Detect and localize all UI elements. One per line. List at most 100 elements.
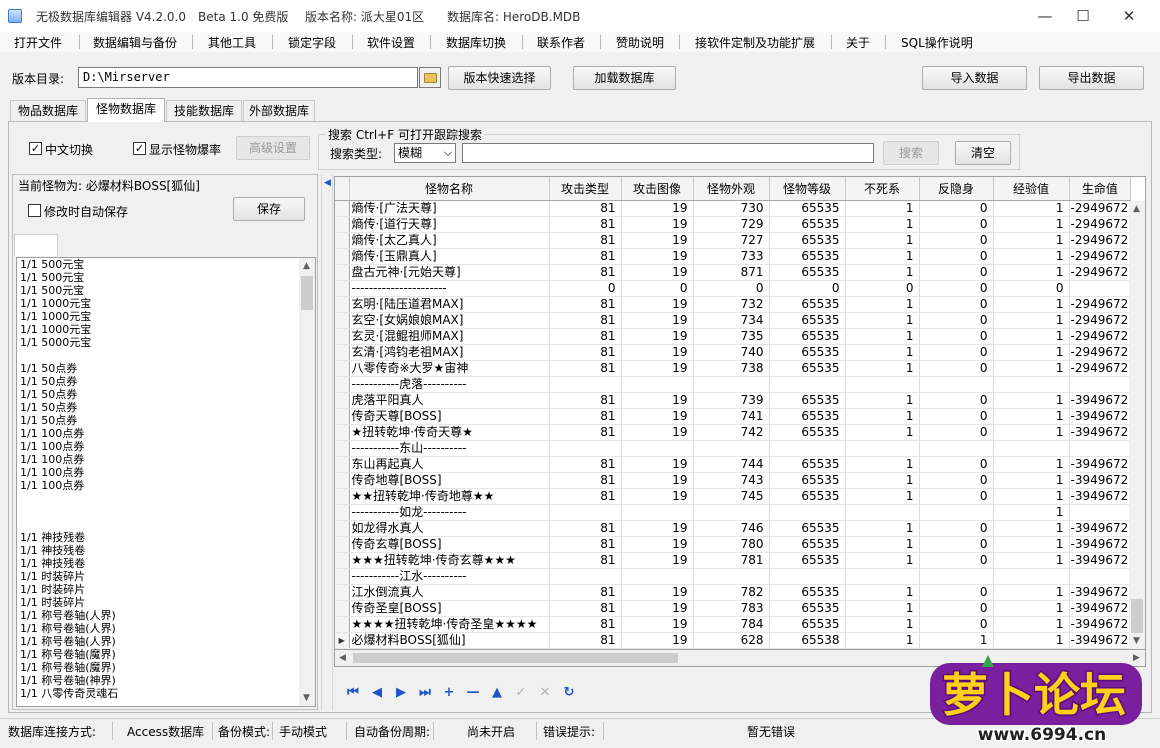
table-cell[interactable]: 0 [919,232,994,249]
table-cell[interactable] [919,376,994,393]
table-cell[interactable]: 1 [993,520,1070,537]
table-cell[interactable]: -----------东山---------- [349,440,550,457]
table-cell[interactable]: 1 [993,616,1070,633]
table-cell[interactable]: 734 [693,312,770,329]
table-cell[interactable]: -2949672 [1069,312,1132,329]
table-cell[interactable]: 0 [919,584,994,601]
drop-list-item[interactable]: 1/1 100点券 [17,453,315,466]
table-cell[interactable]: 0 [845,280,920,297]
table-cell[interactable]: 1 [993,232,1070,249]
table-cell[interactable]: 19 [621,328,694,345]
table-cell[interactable]: 65535 [769,328,846,345]
table-cell[interactable]: 熵传·[玉鼎真人] [349,248,550,265]
table-cell[interactable]: 19 [621,392,694,409]
advanced-button[interactable]: 高级设置 [236,136,310,160]
table-cell[interactable]: 1 [845,312,920,329]
row-indicator[interactable] [335,200,350,217]
drop-list-item[interactable]: 1/1 100点券 [17,479,315,492]
table-cell[interactable] [769,376,846,393]
table-cell[interactable]: 81 [549,520,622,537]
table-cell[interactable]: 65535 [769,344,846,361]
row-indicator[interactable] [335,344,350,361]
table-cell[interactable]: 65535 [769,552,846,569]
table-cell[interactable]: 19 [621,296,694,313]
row-indicator[interactable] [335,472,350,489]
scroll-up-icon[interactable]: ▲ [1133,204,1140,214]
table-cell[interactable] [621,504,694,521]
table-row[interactable]: 熵传·[玉鼎真人] 81 19 733 65535 1 0 1 -2949672 [335,248,1132,265]
table-cell[interactable]: 1 [993,328,1070,345]
refresh-icon[interactable]: ↻ [560,684,578,702]
drop-list-item[interactable]: 1/1 神技残卷 [17,544,315,557]
table-cell[interactable]: 81 [549,248,622,265]
table-cell[interactable]: 733 [693,248,770,265]
table-cell[interactable]: 0 [919,520,994,537]
first-record-icon[interactable]: ⏮ [344,684,362,702]
table-cell[interactable]: 0 [919,472,994,489]
table-cell[interactable]: 1 [845,360,920,377]
drop-list-item[interactable]: 1/1 称号卷轴(人界) [17,622,315,635]
scroll-thumb[interactable] [301,276,313,310]
menu-lock-fields[interactable]: 锁定字段 [288,34,336,51]
table-cell[interactable]: 65535 [769,360,846,377]
table-cell[interactable]: 81 [549,360,622,377]
table-cell[interactable]: 81 [549,536,622,553]
table-cell[interactable]: 1 [845,600,920,617]
drop-list-item[interactable]: 1/1 100点券 [17,466,315,479]
table-cell[interactable] [693,504,770,521]
table-cell[interactable]: 782 [693,584,770,601]
drop-list[interactable]: 1/1 500元宝 1/1 500元宝 1/1 500元宝 1/1 1000元宝 1/1… [16,257,316,707]
table-cell[interactable]: 必爆材料BOSS[狐仙] [349,632,550,649]
drop-list-item[interactable]: 1/1 50点券 [17,388,315,401]
table-cell[interactable]: -2949672 [1069,360,1132,377]
table-cell[interactable]: 1 [845,584,920,601]
table-cell[interactable]: 1 [993,344,1070,361]
table-cell[interactable] [919,440,994,457]
table-cell[interactable]: -2949672 [1069,328,1132,345]
dir-input[interactable]: D:\Mirserver [78,67,418,88]
table-cell[interactable]: 1 [845,472,920,489]
table-cell[interactable]: 0 [919,600,994,617]
table-row[interactable]: 东山再起真人 81 19 744 65535 1 0 1 -3949672 [335,456,1132,473]
table-row[interactable]: 玄空·[女娲娘娘MAX] 81 19 734 65535 1 0 1 -2949672 [335,312,1132,329]
table-cell[interactable]: 1 [993,392,1070,409]
row-indicator[interactable] [335,568,350,585]
table-cell[interactable] [693,568,770,585]
table-row[interactable]: 熵传·[太乙真人] 81 19 727 65535 1 0 1 -2949672 [335,232,1132,249]
table-cell[interactable]: 81 [549,216,622,233]
table-row[interactable]: 盘古元神·[元始天尊] 81 19 871 65535 1 0 1 -2949672 [335,264,1132,281]
table-cell[interactable]: 81 [549,312,622,329]
row-indicator[interactable] [335,232,350,249]
grid-column-header[interactable]: 经验值 [993,177,1070,201]
panel-splitter[interactable]: ◀ [321,174,333,710]
table-cell[interactable]: 65535 [769,472,846,489]
drop-list-item[interactable]: 1/1 500元宝 [17,258,315,271]
menu-custom[interactable]: 接软件定制及功能扩展 [695,34,815,51]
tab-skills[interactable]: 技能数据库 [166,100,242,121]
table-cell[interactable]: 746 [693,520,770,537]
table-cell[interactable]: 81 [549,584,622,601]
table-cell[interactable]: -3949672 [1069,456,1132,473]
table-cell[interactable]: 65535 [769,264,846,281]
table-cell[interactable]: 65535 [769,392,846,409]
table-cell[interactable]: 81 [549,296,622,313]
table-cell[interactable]: 19 [621,520,694,537]
table-cell[interactable]: 1 [993,552,1070,569]
table-cell[interactable]: 0 [919,424,994,441]
table-cell[interactable]: 81 [549,408,622,425]
row-indicator[interactable] [335,424,350,441]
table-cell[interactable]: 743 [693,472,770,489]
search-button[interactable]: 搜索 [883,141,939,165]
table-cell[interactable]: -3949672 [1069,584,1132,601]
table-row[interactable]: 如龙得水真人 81 19 746 65535 1 0 1 -3949672 [335,520,1132,537]
table-cell[interactable]: 1 [993,600,1070,617]
table-row[interactable]: 熵传·[道行天尊] 81 19 729 65535 1 0 1 -2949672 [335,216,1132,233]
table-cell[interactable]: 65535 [769,456,846,473]
post-record-icon[interactable]: ✓ [512,684,530,702]
table-cell[interactable]: 727 [693,232,770,249]
drop-list-item[interactable]: 1/1 100点券 [17,427,315,440]
table-cell[interactable]: 熵传·[太乙真人] [349,232,550,249]
grid-column-header[interactable]: 怪物外观 [693,177,770,201]
table-cell[interactable]: -3949672 [1069,424,1132,441]
drop-list-item[interactable] [17,505,315,518]
